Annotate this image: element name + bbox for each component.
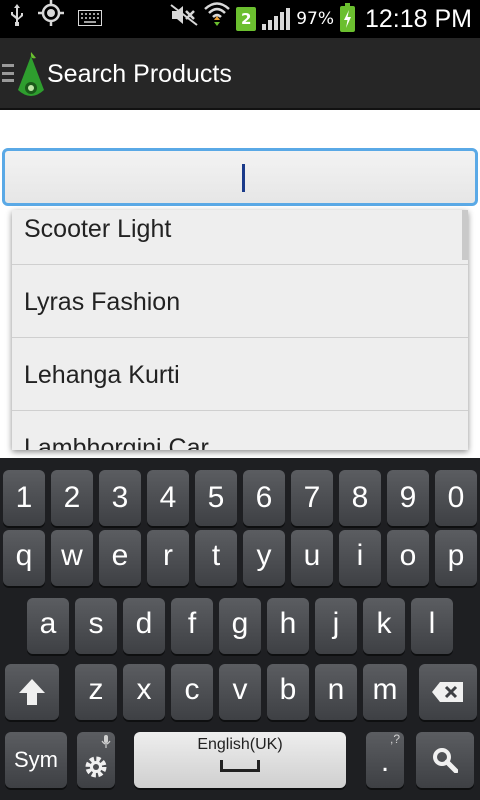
key-f[interactable]: f: [171, 598, 213, 654]
suggestion-label: Lyras Fashion: [24, 288, 181, 316]
status-right: 2 97% 12:18 PM: [170, 0, 472, 38]
key-5[interactable]: 5: [195, 470, 237, 526]
gear-icon: [85, 756, 107, 778]
shift-icon: [19, 679, 45, 705]
soft-keyboard: 1 2 3 4 5 6 7 8 9 0 q w e r t y u i o p …: [0, 458, 480, 800]
settings-key[interactable]: [77, 732, 115, 788]
period-key[interactable]: ,? .: [366, 732, 404, 788]
wifi-icon: [204, 0, 231, 38]
status-left: [10, 0, 102, 38]
key-3[interactable]: 3: [99, 470, 141, 526]
key-7[interactable]: 7: [291, 470, 333, 526]
suggestion-label: Scooter Light: [24, 215, 172, 243]
key-w[interactable]: w: [51, 530, 93, 586]
key-y[interactable]: y: [243, 530, 285, 586]
key-x[interactable]: x: [123, 664, 165, 720]
gps-icon: [38, 0, 64, 38]
key-q[interactable]: q: [3, 530, 45, 586]
period-label: .: [380, 745, 390, 778]
space-bar-icon: [220, 760, 260, 772]
suggestion-label: Lambhorgini Car: [24, 434, 209, 450]
key-a[interactable]: a: [27, 598, 69, 654]
key-e[interactable]: e: [99, 530, 141, 586]
key-r[interactable]: r: [147, 530, 189, 586]
suggestion-item[interactable]: Lambhorgini Car: [12, 411, 468, 450]
search-icon: [433, 748, 459, 774]
key-d[interactable]: d: [123, 598, 165, 654]
key-z[interactable]: z: [75, 664, 117, 720]
key-s[interactable]: s: [75, 598, 117, 654]
screen: 2 97% 12:18 PM Search Products Scooter L…: [0, 0, 480, 800]
suggestion-item[interactable]: Lehanga Kurti: [12, 338, 468, 411]
search-field[interactable]: [2, 148, 478, 206]
key-2[interactable]: 2: [51, 470, 93, 526]
key-6[interactable]: 6: [243, 470, 285, 526]
key-1[interactable]: 1: [3, 470, 45, 526]
key-l[interactable]: l: [411, 598, 453, 654]
sim-slot-badge: 2: [236, 7, 257, 31]
signal-icon: [262, 8, 291, 30]
text-cursor: [242, 164, 245, 192]
key-8[interactable]: 8: [339, 470, 381, 526]
key-t[interactable]: t: [195, 530, 237, 586]
key-i[interactable]: i: [339, 530, 381, 586]
backspace-key[interactable]: [419, 664, 477, 720]
drawer-menu-icon[interactable]: [2, 64, 14, 82]
sym-key[interactable]: Sym: [5, 732, 67, 788]
key-p[interactable]: p: [435, 530, 477, 586]
microphone-icon: [101, 735, 111, 748]
keyboard-icon: [78, 0, 102, 38]
key-u[interactable]: u: [291, 530, 333, 586]
key-c[interactable]: c: [171, 664, 213, 720]
clock: 12:18 PM: [364, 4, 472, 33]
key-h[interactable]: h: [267, 598, 309, 654]
key-0[interactable]: 0: [435, 470, 477, 526]
mute-icon: [170, 0, 198, 38]
key-k[interactable]: k: [363, 598, 405, 654]
backspace-icon: [432, 682, 463, 702]
key-o[interactable]: o: [387, 530, 429, 586]
battery-icon: [339, 3, 355, 32]
key-b[interactable]: b: [267, 664, 309, 720]
page-title: Search Products: [47, 60, 232, 88]
search-key[interactable]: [416, 732, 474, 788]
space-key[interactable]: English(UK): [134, 732, 346, 788]
key-n[interactable]: n: [315, 664, 357, 720]
battery-percent: 97%: [296, 9, 334, 29]
key-9[interactable]: 9: [387, 470, 429, 526]
key-4[interactable]: 4: [147, 470, 189, 526]
dropdown-scrollbar[interactable]: [462, 210, 468, 260]
key-m[interactable]: m: [363, 664, 407, 720]
app-logo-icon[interactable]: [16, 52, 46, 98]
status-bar: 2 97% 12:18 PM: [0, 0, 480, 38]
search-input[interactable]: [5, 151, 475, 203]
key-g[interactable]: g: [219, 598, 261, 654]
suggestions-dropdown[interactable]: Scooter Light Lyras Fashion Lehanga Kurt…: [12, 210, 468, 450]
usb-icon: [10, 0, 24, 38]
action-bar: Search Products: [0, 38, 480, 110]
key-v[interactable]: v: [219, 664, 261, 720]
suggestion-label: Lehanga Kurti: [24, 361, 180, 389]
key-j[interactable]: j: [315, 598, 357, 654]
space-language-label: English(UK): [197, 736, 283, 753]
shift-key[interactable]: [5, 664, 59, 720]
suggestion-item[interactable]: Scooter Light: [12, 210, 468, 265]
suggestion-item[interactable]: Lyras Fashion: [12, 265, 468, 338]
